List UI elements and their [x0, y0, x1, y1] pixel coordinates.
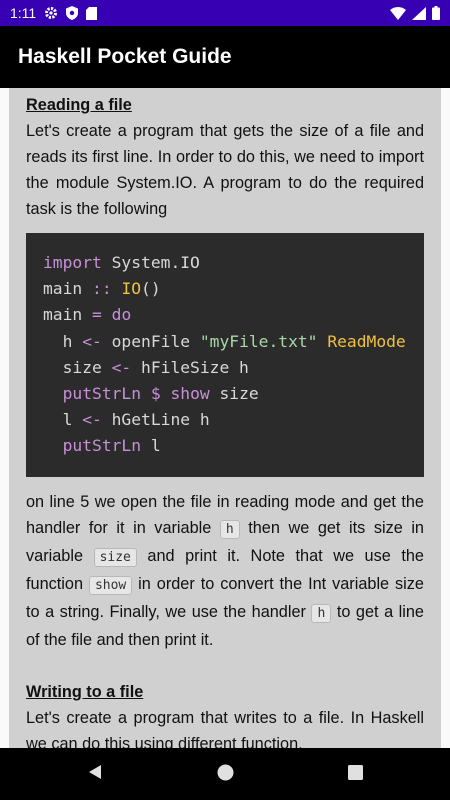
inline-code-h: h [311, 604, 332, 623]
code-token: do [111, 305, 132, 325]
code-token: = [92, 305, 102, 325]
app-bar: Haskell Pocket Guide [0, 26, 450, 88]
code-token: :: [92, 279, 112, 299]
home-icon [217, 764, 234, 785]
code-token: putStrLn [62, 383, 142, 403]
back-icon [87, 764, 103, 784]
code-token: import [43, 253, 102, 272]
back-button[interactable] [30, 764, 160, 784]
code-line: h <- openFile "myFile.txt" ReadMode [43, 329, 424, 355]
inline-code-size: size [93, 548, 137, 567]
code-line: l <- hGetLine h [43, 407, 424, 433]
cellular-icon [412, 6, 426, 20]
gear-icon [44, 6, 58, 20]
recents-icon [347, 764, 363, 784]
code-line: putStrLn $ show size [43, 381, 424, 407]
code-token: show [170, 383, 210, 403]
code-token: hGetLine h [101, 410, 210, 430]
status-time: 1:11 [10, 5, 37, 21]
code-token: IO [121, 279, 142, 299]
code-token: l [141, 436, 161, 456]
code-line: size <- hFileSize h [43, 355, 424, 381]
code-token: <- [111, 357, 132, 377]
code-line: putStrLn l [43, 433, 424, 459]
section-heading-reading: Reading a file [26, 96, 132, 114]
code-token: l [43, 410, 83, 430]
code-token: <- [82, 410, 102, 430]
system-nav-bar [0, 748, 450, 800]
guide-card: Reading a file Let's create a program th… [9, 88, 441, 748]
code-token: System.IO [101, 253, 200, 272]
code-line: main :: IO() [43, 276, 424, 302]
code-token: h [43, 331, 83, 351]
code-token: size [209, 383, 259, 403]
code-token: $ [150, 383, 161, 403]
battery-icon [432, 6, 440, 20]
code-token: putStrLn [62, 436, 142, 456]
code-line: import System.IO [43, 250, 424, 276]
status-bar: 1:11 [0, 0, 450, 26]
recents-button[interactable] [290, 764, 420, 784]
section-intro-writing: Let's create a program that writes to a … [26, 709, 424, 748]
content-scroll-area[interactable]: Reading a file Let's create a program th… [0, 88, 450, 748]
code-token: main [43, 305, 93, 325]
code-token: openFile [101, 331, 200, 351]
app-title: Haskell Pocket Guide [18, 45, 232, 68]
code-block: import System.IO main :: IO() main = do h … [26, 233, 424, 477]
code-token: hFileSize h [131, 357, 249, 377]
code-line: main = do [43, 302, 424, 328]
wifi-icon [390, 6, 406, 20]
section-explanation-reading: on line 5 we open the file in reading mo… [26, 489, 424, 653]
sd-card-icon [86, 6, 98, 20]
code-token: ReadMode [327, 331, 406, 351]
code-token: size [43, 357, 112, 377]
code-token: main [43, 279, 93, 299]
section-heading-writing: Writing to a file [26, 683, 144, 701]
code-token: () [141, 279, 161, 299]
shield-icon [66, 6, 79, 20]
inline-code-h: h [219, 520, 240, 539]
inline-code-show: show [88, 576, 133, 595]
code-token: "myFile.txt" [199, 331, 318, 351]
home-button[interactable] [160, 764, 290, 785]
code-token: <- [82, 331, 102, 351]
section-intro-reading: Let's create a program that gets the siz… [26, 122, 424, 218]
